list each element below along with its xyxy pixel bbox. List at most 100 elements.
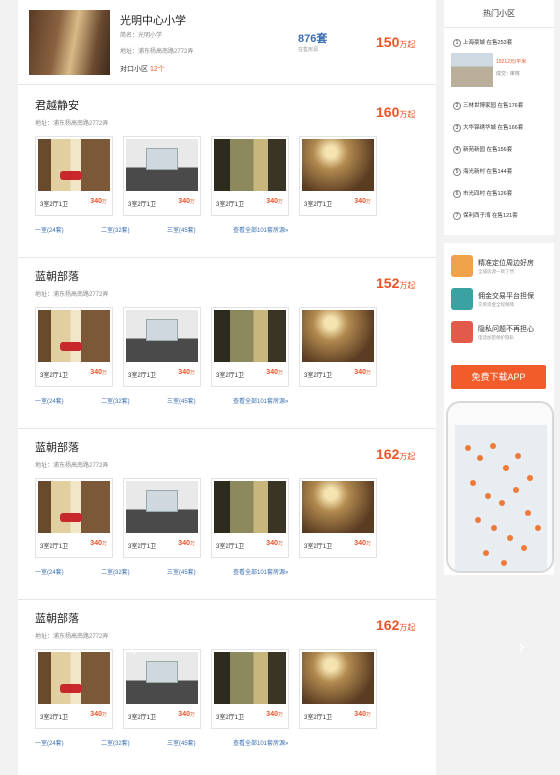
listing-price: 340万 (178, 540, 195, 547)
listing-card[interactable]: 3室2厅1卫 340万 (211, 136, 289, 216)
link-all-listings[interactable]: 查看全部101套房源» (233, 567, 288, 576)
featured-trend: 成交↑ 审核 (496, 71, 520, 77)
app-promo-panel: 精准定位周边好房 全城房源一目了然 佣金交易平台担保 交易资金全程保障 隐私问题… (444, 243, 554, 575)
listing-photo[interactable] (126, 652, 198, 704)
link-one-room[interactable]: 一室(24套) (35, 567, 64, 576)
listing-card[interactable]: 3室2厅1卫 340万 (35, 307, 113, 387)
listing-layout: 3室2厅1卫 (40, 202, 69, 208)
hot-item[interactable]: 5 海光新村 在售144套 (453, 167, 512, 176)
community-title[interactable]: 蓝朝部落 (35, 268, 79, 284)
link-three-room[interactable]: 三室(45套) (167, 225, 196, 234)
listing-price: 340万 (266, 369, 283, 376)
listing-photo[interactable] (38, 310, 110, 362)
link-two-room[interactable]: 二室(32套) (101, 567, 130, 576)
link-two-room[interactable]: 二室(32套) (101, 396, 130, 405)
school-header[interactable]: 光明中心小学 简名：光明小学 地址：浦东杨高南路2772弄 对口小区 12个 8… (18, 0, 436, 85)
link-all-listings[interactable]: 查看全部101套房源» (233, 738, 288, 747)
listing-photo[interactable] (214, 139, 286, 191)
link-two-room[interactable]: 二室(32套) (101, 738, 130, 747)
listing-layout: 3室2厅1卫 (216, 202, 245, 208)
listing-card[interactable]: 3室2厅1卫 340万 (211, 307, 289, 387)
listing-photo[interactable] (126, 139, 198, 191)
link-two-room[interactable]: 二室(32套) (101, 225, 130, 234)
school-price: 150万起 (376, 34, 416, 50)
link-one-room[interactable]: 一室(24套) (35, 225, 64, 234)
community-address: 地址：浦东杨高南路2772弄 (35, 634, 109, 640)
listing-photo[interactable] (302, 310, 374, 362)
community-title[interactable]: 蓝朝部落 (35, 439, 79, 455)
listing-card[interactable]: 3室2厅1卫 340万 (35, 478, 113, 558)
listing-card[interactable]: 3室2厅1卫 340万 (299, 649, 377, 729)
listing-card[interactable]: 3室2厅1卫 340万 (299, 478, 377, 558)
listing-card[interactable]: 3室2厅1卫 340万 (35, 136, 113, 216)
listing-photo[interactable] (38, 481, 110, 533)
listing-card[interactable]: 3室2厅1卫 340万 (211, 649, 289, 729)
community-price: 152万起 (376, 275, 416, 291)
link-three-room[interactable]: 三室(45套) (167, 567, 196, 576)
link-one-room[interactable]: 一室(24套) (35, 396, 64, 405)
school-photo[interactable] (29, 10, 110, 75)
hot-item-1[interactable]: 1 上海豪城 在售253套 (453, 38, 512, 47)
listing-photo[interactable] (214, 652, 286, 704)
app-feature-location: 精准定位周边好房 全城房源一目了然 (451, 255, 551, 281)
community-title[interactable]: 蓝朝部落 (35, 610, 79, 626)
link-one-room[interactable]: 一室(24套) (35, 738, 64, 747)
feature-title: 精准定位周边好房 (478, 260, 534, 267)
listing-price: 340万 (178, 198, 195, 205)
feature-subtitle: 全城房源一目了然 (478, 269, 514, 274)
listing-card[interactable]: 3室2厅1卫 340万 (123, 136, 201, 216)
listing-photo[interactable] (126, 310, 198, 362)
listing-photo[interactable] (302, 139, 374, 191)
listing-price: 340万 (90, 711, 107, 718)
listing-card[interactable]: 3室2厅1卫 340万 (299, 136, 377, 216)
link-all-listings[interactable]: 查看全部101套房源» (233, 396, 288, 405)
listing-layout: 3室2厅1卫 (40, 715, 69, 721)
featured-price: 19212元/平米 (496, 59, 527, 65)
feature-title: 隐私问题不再担心 (478, 326, 534, 333)
hot-item[interactable]: 6 市光四村 在售126套 (453, 189, 512, 198)
listing-price: 340万 (266, 198, 283, 205)
school-name[interactable]: 光明中心小学 (120, 12, 186, 28)
feature-subtitle: 交易资金全程保障 (478, 302, 514, 307)
link-all-listings[interactable]: 查看全部101套房源» (233, 225, 288, 234)
listing-photo[interactable] (126, 481, 198, 533)
featured-community-photo[interactable] (451, 53, 493, 87)
community-title[interactable]: 君越静安 (35, 97, 79, 113)
community-block: 蓝朝部落 地址：浦东杨高南路2772弄 162万起 3室2厅1卫 340万 3室2… (18, 600, 436, 771)
listing-price: 340万 (178, 711, 195, 718)
download-app-button[interactable]: 免费下载APP (451, 365, 546, 389)
link-three-room[interactable]: 三室(45套) (167, 396, 196, 405)
main-content: 光明中心小学 简名：光明小学 地址：浦东杨高南路2772弄 对口小区 12个 8… (18, 0, 436, 775)
listing-layout: 3室2厅1卫 (216, 373, 245, 379)
listing-card[interactable]: 3室2厅1卫 340万 (123, 307, 201, 387)
listing-card[interactable]: 3室2厅1卫 340万 (123, 649, 201, 729)
community-block: 蓝朝部落 地址：浦东杨高南路2772弄 152万起 3室2厅1卫 340万 3室2… (18, 258, 436, 429)
hot-item[interactable]: 2 三林世博家园 在售176套 (453, 101, 523, 110)
feature-subtitle: 电话加密保护隐私 (478, 335, 514, 340)
hot-item[interactable]: 7 保利西子湾 在售121套 (453, 211, 518, 220)
listing-photo[interactable] (38, 652, 110, 704)
community-address: 地址：浦东杨高南路2772弄 (35, 292, 109, 298)
hot-item[interactable]: 4 新苑新园 在售156套 (453, 145, 512, 154)
listing-photo[interactable] (214, 481, 286, 533)
listing-layout: 3室2厅1卫 (40, 373, 69, 379)
listing-price: 340万 (354, 198, 371, 205)
listing-card[interactable]: 3室2厅1卫 340万 (123, 478, 201, 558)
listing-card[interactable]: 3室2厅1卫 340万 (35, 649, 113, 729)
community-address: 地址：浦东杨高南路2772弄 (35, 463, 109, 469)
listing-price: 340万 (266, 540, 283, 547)
link-three-room[interactable]: 三室(45套) (167, 738, 196, 747)
listing-price: 340万 (90, 198, 107, 205)
prev-arrow-icon[interactable]: ‹ (130, 638, 137, 661)
community-block: 君越静安 地址：浦东杨高南路2772弄 160万起 3室2厅1卫 340万 3室2… (18, 87, 436, 258)
listing-card[interactable]: 3室2厅1卫 340万 (299, 307, 377, 387)
hot-item[interactable]: 3 大华锦绣华城 在售166套 (453, 123, 523, 132)
listing-photo[interactable] (302, 481, 374, 533)
listing-card[interactable]: 3室2厅1卫 340万 (211, 478, 289, 558)
listing-photo[interactable] (302, 652, 374, 704)
listing-photo[interactable] (38, 139, 110, 191)
map-pin-icon (451, 255, 473, 277)
map-screen (455, 425, 547, 571)
listing-photo[interactable] (214, 310, 286, 362)
listing-layout: 3室2厅1卫 (128, 715, 157, 721)
